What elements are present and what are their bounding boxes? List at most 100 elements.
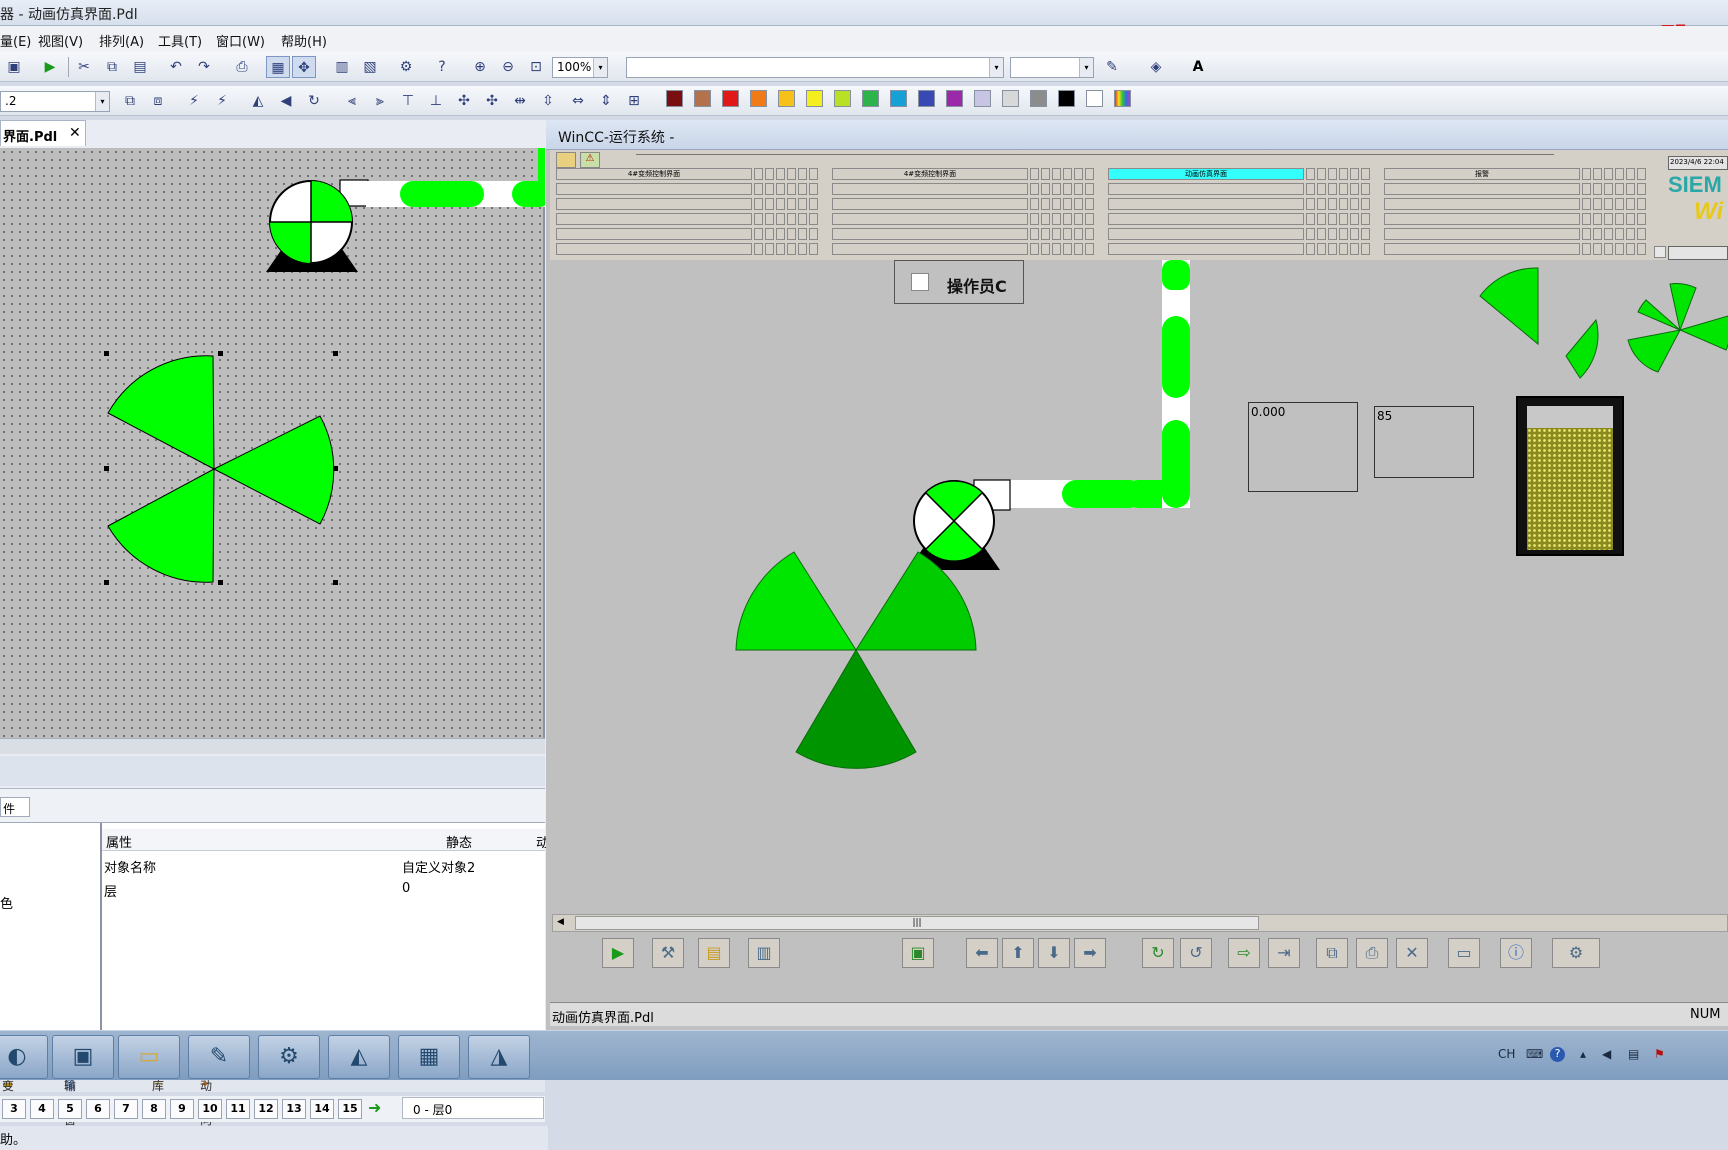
nav-small-box[interactable] <box>798 228 807 240</box>
nav-small-box[interactable] <box>754 228 763 240</box>
same-width-icon[interactable]: ⇔ <box>566 90 590 112</box>
nav-small-box[interactable] <box>1074 228 1083 240</box>
nav-small-box[interactable] <box>1063 243 1072 255</box>
color-swatch[interactable] <box>806 90 823 107</box>
help-pointer-icon[interactable]: ? <box>430 56 454 78</box>
layer-button[interactable]: 7 <box>114 1099 138 1119</box>
nav-small-box[interactable] <box>1615 243 1624 255</box>
volume-icon[interactable]: ◀ <box>1602 1047 1611 1061</box>
layer-button[interactable]: 5 <box>58 1099 82 1119</box>
nav-screen-button[interactable] <box>832 213 1028 225</box>
nav-small-box[interactable] <box>1306 228 1315 240</box>
nav-small-box[interactable] <box>1328 183 1337 195</box>
same-height-icon[interactable]: ⇕ <box>594 90 618 112</box>
nav-small-box[interactable] <box>1593 168 1602 180</box>
nav-small-box[interactable] <box>1626 168 1635 180</box>
nav-small-box[interactable] <box>1604 213 1613 225</box>
nav-small-box[interactable] <box>776 198 785 210</box>
nav-small-box[interactable] <box>1593 213 1602 225</box>
taskbar-explorer[interactable]: ▭ <box>118 1035 180 1079</box>
layer-button[interactable]: 4 <box>30 1099 54 1119</box>
nav-small-box[interactable] <box>1350 243 1359 255</box>
color-swatch[interactable] <box>1086 90 1103 107</box>
export-icon[interactable]: ⇥ <box>1268 938 1300 968</box>
nav-small-box[interactable] <box>1350 168 1359 180</box>
nav-small-box[interactable] <box>1052 228 1061 240</box>
nav-small-box[interactable] <box>1317 183 1326 195</box>
undo-icon[interactable]: ↶ <box>164 56 188 78</box>
arrow-up-icon[interactable]: ⬆ <box>1002 938 1034 968</box>
taskbar-wincc-1[interactable]: ⚙ <box>258 1035 320 1079</box>
nav-small-box[interactable] <box>1041 213 1050 225</box>
rotate-icon[interactable]: ↻ <box>302 90 326 112</box>
nav-small-box[interactable] <box>1030 183 1039 195</box>
nav-small-box[interactable] <box>1030 243 1039 255</box>
io-field-1[interactable]: 0.000 <box>1248 402 1358 492</box>
grid-icon[interactable]: ▦ <box>266 56 290 78</box>
copy-window-icon[interactable]: ⧉ <box>1316 938 1348 968</box>
color-swatch[interactable] <box>1058 90 1075 107</box>
menu-help[interactable]: 帮助(H) <box>281 31 327 50</box>
color-swatch[interactable] <box>778 90 795 107</box>
nav-small-box[interactable] <box>1328 243 1337 255</box>
nav-small-box[interactable] <box>1052 198 1061 210</box>
nav-small-box[interactable] <box>1361 213 1370 225</box>
nav-small-box[interactable] <box>809 198 818 210</box>
nav-screen-button[interactable] <box>556 198 752 210</box>
canvas-scrollbar[interactable] <box>0 738 545 754</box>
monitor-icon[interactable]: ▭ <box>1448 938 1480 968</box>
layer-button[interactable]: 11 <box>226 1099 250 1119</box>
nav-small-box[interactable] <box>1350 213 1359 225</box>
pipe-editor[interactable] <box>366 148 552 207</box>
print-icon[interactable]: ⎙ <box>230 56 254 78</box>
nav-small-box[interactable] <box>1063 228 1072 240</box>
nav-small-box[interactable] <box>1317 228 1326 240</box>
nav-small-box[interactable] <box>1361 228 1370 240</box>
nav-small-box[interactable] <box>1328 198 1337 210</box>
nav-small-box[interactable] <box>1063 168 1072 180</box>
color-picker-icon[interactable] <box>1114 90 1131 107</box>
open-icon[interactable]: ▤ <box>698 938 730 968</box>
input-language[interactable]: CH <box>1498 1047 1515 1061</box>
nav-small-box[interactable] <box>765 168 774 180</box>
nav-small-box[interactable] <box>765 243 774 255</box>
nav-small-box[interactable] <box>787 228 796 240</box>
taskbar-app-1[interactable]: ◐ <box>0 1035 48 1079</box>
arrow-right-icon[interactable]: ➜ <box>368 1098 381 1117</box>
text-color-icon[interactable]: A <box>1186 56 1210 78</box>
nav-small-box[interactable] <box>1328 228 1337 240</box>
pipe-runtime[interactable] <box>1008 260 1190 508</box>
nav-small-box[interactable] <box>1052 243 1061 255</box>
nav-small-box[interactable] <box>1339 198 1348 210</box>
tools-icon[interactable]: ⚒ <box>652 938 684 968</box>
active-layer-field[interactable]: 0 - 层0 <box>402 1097 544 1119</box>
nav-small-box[interactable] <box>1593 228 1602 240</box>
nav-screen-button[interactable] <box>832 183 1028 195</box>
tab-animation-page[interactable]: 界面.Pdl ✕ <box>0 120 86 146</box>
nav-screen-button[interactable] <box>832 198 1028 210</box>
design-canvas[interactable] <box>0 148 552 738</box>
arrow-right-icon[interactable]: ➡ <box>1074 938 1106 968</box>
nav-screen-button[interactable] <box>556 228 752 240</box>
color-swatch[interactable] <box>1030 90 1047 107</box>
nav-small-box[interactable] <box>1626 183 1635 195</box>
taskbar-wincc-4[interactable]: ◮ <box>468 1035 530 1079</box>
nav-small-box[interactable] <box>1637 228 1646 240</box>
nav-small-box[interactable] <box>1361 183 1370 195</box>
flip-h-icon[interactable]: ◭ <box>246 90 270 112</box>
fan-runtime-small-2[interactable] <box>1627 283 1728 373</box>
nav-small-box[interactable] <box>1085 168 1094 180</box>
nav-small-button[interactable] <box>1654 246 1666 258</box>
scroll-left-icon[interactable]: ◀ <box>557 917 564 927</box>
send-back-icon[interactable]: ⧈ <box>146 90 170 112</box>
print-icon[interactable]: ⎙ <box>1356 938 1388 968</box>
nav-small-box[interactable] <box>1626 213 1635 225</box>
save-icon[interactable]: ▣ <box>2 56 26 78</box>
align-left-icon[interactable]: ⫷ <box>340 90 364 112</box>
nav-screen-button[interactable] <box>832 243 1028 255</box>
color-swatch[interactable] <box>694 90 711 107</box>
nav-small-box[interactable] <box>1615 183 1624 195</box>
nav-small-box[interactable] <box>1041 243 1050 255</box>
nav-small-box[interactable] <box>1052 183 1061 195</box>
config-icon[interactable]: ▥ <box>748 938 780 968</box>
